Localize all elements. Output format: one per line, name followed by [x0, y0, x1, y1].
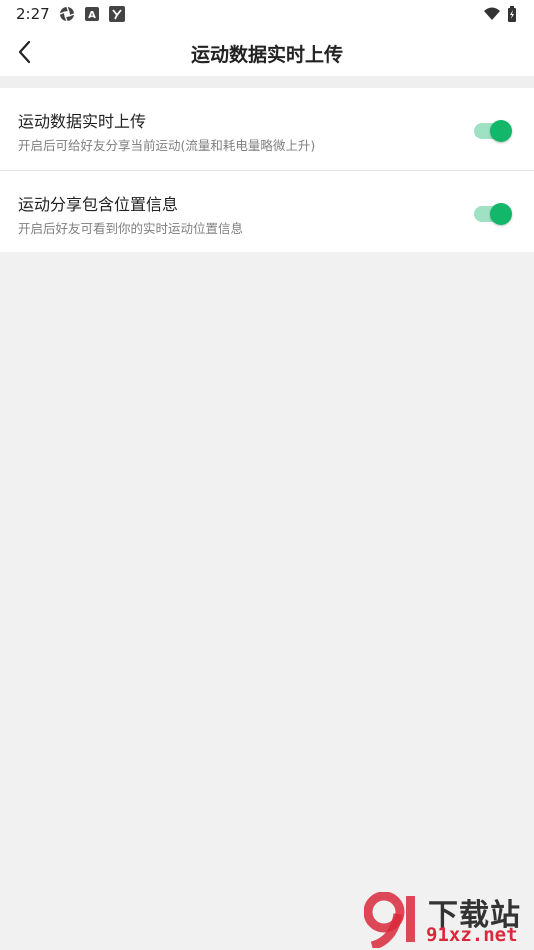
setting-row-realtime-upload[interactable]: 运动数据实时上传 开启后可给好友分享当前运动(流量和耗电量略微上升) [0, 88, 534, 170]
watermark-text-bottom: 91xz.net [426, 924, 518, 946]
svg-text:A: A [88, 10, 96, 21]
section-divider [0, 76, 534, 88]
toggle-knob [490, 120, 512, 142]
setting-title: 运动数据实时上传 [18, 112, 147, 131]
app-bar: 运动数据实时上传 [0, 28, 534, 76]
setting-subtitle: 开启后好友可看到你的实时运动位置信息 [18, 221, 244, 236]
settings-list: 运动数据实时上传 开启后可给好友分享当前运动(流量和耗电量略微上升) 运动分享包… [0, 88, 534, 252]
status-time: 2:27 [16, 5, 50, 23]
realtime-upload-toggle[interactable] [474, 120, 514, 142]
watermark: 下载站 91xz.net [364, 888, 534, 950]
battery-charging-icon [508, 6, 516, 22]
toggle-knob [490, 203, 512, 225]
share-location-toggle[interactable] [474, 203, 514, 225]
setting-subtitle: 开启后可给好友分享当前运动(流量和耗电量略微上升) [18, 138, 316, 153]
aperture-icon [59, 6, 75, 22]
status-bar: 2:27 A [0, 0, 534, 28]
setting-row-share-location[interactable]: 运动分享包含位置信息 开启后好友可看到你的实时运动位置信息 [0, 170, 534, 252]
a-badge-icon: A [85, 7, 99, 21]
page-title: 运动数据实时上传 [190, 44, 343, 66]
setting-title: 运动分享包含位置信息 [18, 195, 179, 214]
wifi-icon [484, 7, 500, 20]
watermark-logo-icon [364, 892, 415, 948]
y-badge-icon [109, 6, 125, 22]
